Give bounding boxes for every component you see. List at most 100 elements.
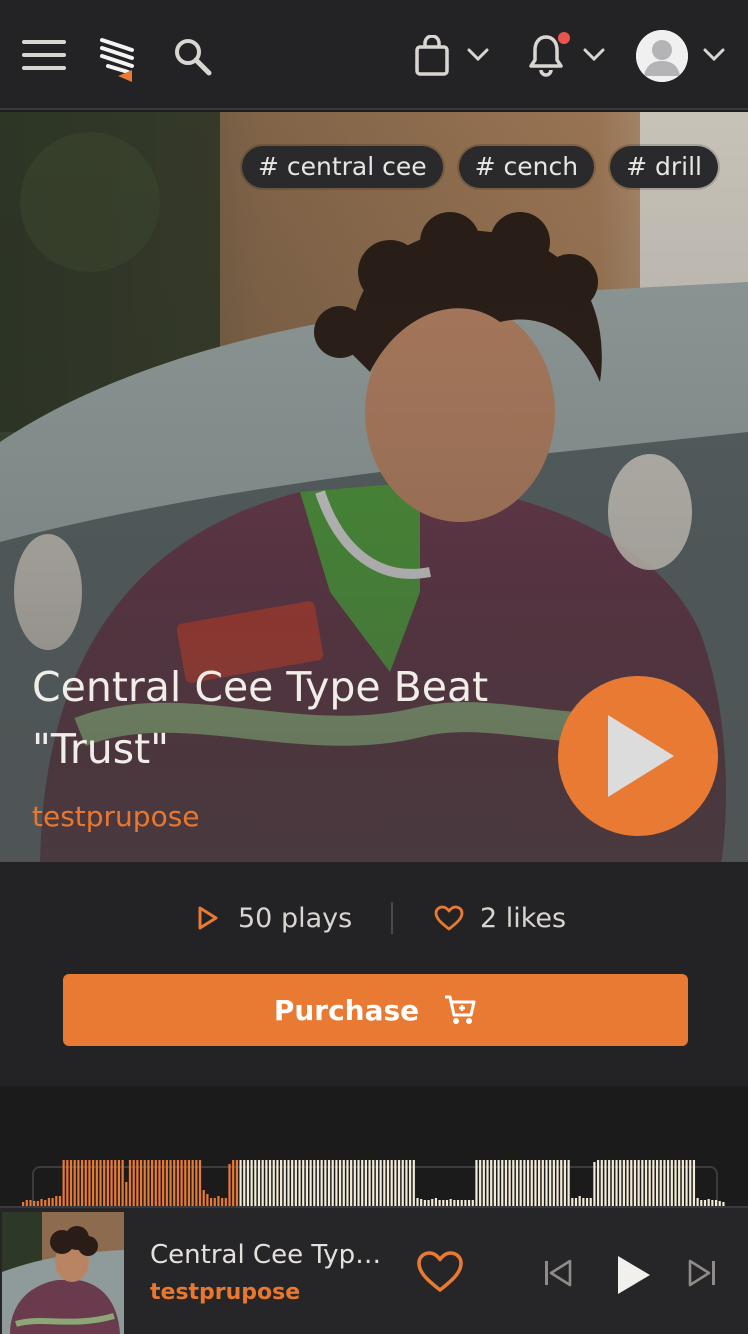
waveform-bar	[538, 1160, 541, 1208]
waveform-bar	[596, 1160, 600, 1208]
skip-next-icon[interactable]	[684, 1258, 720, 1288]
waveform-bar	[121, 1160, 124, 1208]
waveform-bar	[626, 1160, 629, 1208]
waveform-bar	[95, 1160, 98, 1208]
waveform-bar	[667, 1160, 670, 1208]
waveform-bar	[117, 1160, 121, 1208]
waveform-bar	[169, 1160, 172, 1208]
waveform-bar	[254, 1160, 257, 1208]
waveform-bar	[611, 1160, 614, 1208]
plays-count: 50 plays	[196, 898, 352, 938]
notification-dot	[558, 32, 570, 44]
purchase-button[interactable]: Purchase	[63, 974, 688, 1046]
waveform-bar	[541, 1160, 544, 1208]
waveform-bar	[257, 1160, 261, 1208]
waveform-bar	[331, 1160, 334, 1208]
waveform-bar	[335, 1160, 338, 1208]
player-thumbnail[interactable]	[2, 1212, 124, 1334]
waveform-bar	[549, 1160, 552, 1208]
waveform-bar	[692, 1160, 696, 1208]
mini-player: Central Cee Type Beat "Trust" testprupos…	[0, 1206, 748, 1334]
waveform-bar	[689, 1160, 692, 1208]
chevron-down-icon[interactable]	[462, 40, 494, 70]
waveform-bar	[350, 1160, 353, 1208]
waveform-bar	[563, 1160, 567, 1208]
waveform-bar	[357, 1160, 360, 1208]
waveform-bar	[560, 1160, 563, 1208]
waveform-bar	[364, 1160, 367, 1208]
waveform-bar	[106, 1160, 109, 1208]
waveform-bar	[644, 1160, 648, 1208]
waveform-bar	[302, 1160, 305, 1208]
chevron-down-icon[interactable]	[578, 40, 610, 70]
waveform-bar	[261, 1160, 264, 1208]
waveform-bar	[552, 1160, 555, 1208]
skip-previous-icon[interactable]	[540, 1258, 576, 1288]
waveform-bar	[191, 1160, 194, 1208]
waveform-bar	[243, 1160, 246, 1208]
waveform-bar	[173, 1160, 176, 1208]
waveform-bar	[663, 1160, 666, 1208]
player-track-author[interactable]: testprupose	[150, 1280, 300, 1305]
waveform-bar	[622, 1160, 626, 1208]
waveform-bar	[195, 1160, 198, 1208]
waveform-bar	[77, 1160, 80, 1208]
waveform-bar	[324, 1160, 327, 1208]
tag-chip[interactable]: # drill	[610, 146, 718, 188]
waveform-bar	[556, 1160, 559, 1208]
waveform-bar	[372, 1160, 375, 1208]
play-button[interactable]	[558, 676, 718, 836]
plays-label: 50 plays	[238, 902, 353, 934]
logo-icon[interactable]	[98, 36, 140, 84]
tag-chip[interactable]: # cench	[458, 146, 595, 188]
waveform-seekbar[interactable]	[22, 1150, 726, 1208]
waveform-bar	[114, 1160, 117, 1208]
waveform-bar	[648, 1160, 651, 1208]
waveform-bar	[390, 1160, 393, 1208]
waveform-bar	[66, 1160, 69, 1208]
waveform-bar	[652, 1160, 655, 1208]
waveform-bar	[88, 1160, 91, 1208]
waveform-bar	[375, 1160, 379, 1208]
waveform-bar	[342, 1160, 345, 1208]
waveform-bar	[305, 1160, 309, 1208]
shopping-bag-icon[interactable]	[410, 32, 454, 80]
waveform-bar	[99, 1160, 102, 1208]
waveform-bar	[397, 1160, 401, 1208]
waveform-bar	[268, 1160, 272, 1208]
waveform-bar	[508, 1160, 511, 1208]
waveform-bar	[641, 1160, 644, 1208]
tag-chip[interactable]: # central cee	[241, 146, 443, 188]
waveform-bar	[567, 1160, 570, 1208]
waveform-bar	[309, 1160, 312, 1208]
waveform-bar	[283, 1160, 286, 1208]
waveform-bar	[265, 1160, 268, 1208]
user-avatar-icon[interactable]	[636, 30, 688, 82]
heart-icon[interactable]	[416, 1250, 464, 1294]
waveform-bar	[139, 1160, 143, 1208]
waveform-bar	[110, 1160, 113, 1208]
waveform-bar	[659, 1160, 662, 1208]
waveform-bar	[154, 1160, 157, 1208]
hamburger-icon[interactable]	[20, 36, 68, 74]
top-nav-bar	[0, 0, 748, 110]
track-author-link[interactable]: testprupose	[32, 800, 200, 833]
waveform-bar	[276, 1160, 279, 1208]
waveform-bar	[320, 1160, 323, 1208]
player-play-icon[interactable]	[612, 1252, 656, 1298]
search-icon[interactable]	[168, 32, 216, 80]
waveform-bar	[523, 1160, 526, 1208]
waveform-bar	[619, 1160, 622, 1208]
likes-count[interactable]: 2 likes	[434, 898, 566, 938]
player-track-title[interactable]: Central Cee Type Beat "Trust"	[150, 1240, 386, 1270]
waveform-bar	[143, 1160, 146, 1208]
waveform-bar	[313, 1160, 316, 1208]
heart-icon	[434, 905, 464, 931]
waveform-bar	[136, 1160, 139, 1208]
waveform-bar	[294, 1160, 297, 1208]
chevron-down-icon[interactable]	[698, 40, 730, 70]
waveform-bar	[633, 1160, 637, 1208]
waveform-bar	[147, 1160, 150, 1208]
waveform-bar	[176, 1160, 180, 1208]
waveform-bar	[316, 1160, 320, 1208]
